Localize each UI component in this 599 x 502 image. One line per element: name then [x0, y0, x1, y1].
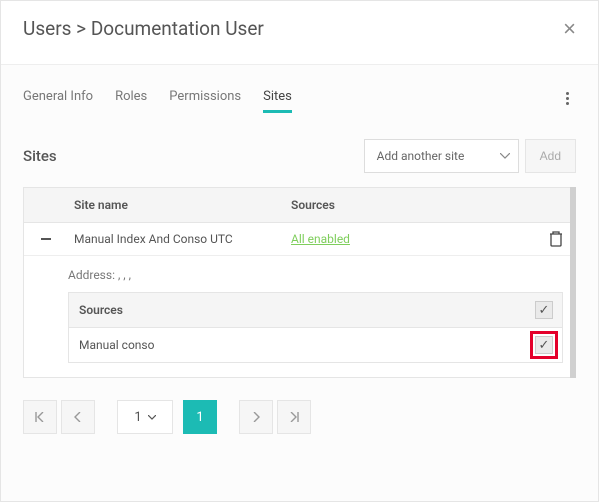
pagination: 1 1	[23, 400, 576, 434]
modal-users-site: Users > Documentation User × General Inf…	[0, 0, 599, 502]
page-first-button[interactable]	[23, 400, 57, 434]
breadcrumb-leaf: Documentation User	[91, 17, 264, 40]
section-header: Sites Add another site Add	[23, 139, 576, 173]
modal-header: Users > Documentation User ×	[1, 1, 598, 64]
page-select[interactable]: 1	[117, 400, 173, 434]
cell-site-name: Manual Index And Conso UTC	[68, 224, 285, 254]
sites-table: Site name Sources Manual Index And Conso…	[23, 187, 576, 378]
add-button[interactable]: Add	[525, 139, 576, 173]
page-next-button[interactable]	[239, 400, 273, 434]
page-last-button[interactable]	[277, 400, 311, 434]
add-site-select[interactable]: Add another site	[364, 139, 519, 173]
page-current: 1	[183, 400, 217, 434]
trash-icon[interactable]	[549, 231, 563, 247]
add-site-placeholder: Add another site	[377, 149, 465, 163]
tab-roles[interactable]: Roles	[115, 83, 147, 113]
source-checkbox[interactable]	[535, 336, 553, 354]
breadcrumb-root[interactable]: Users	[23, 17, 71, 40]
table-header: Site name Sources	[24, 188, 575, 223]
table-row: Manual Index And Conso UTC All enabled	[24, 223, 575, 256]
sources-link[interactable]: All enabled	[291, 232, 350, 246]
row-expansion: Address: , , , Sources Manual conso	[24, 256, 575, 377]
sources-table-header: Sources	[69, 293, 562, 328]
breadcrumb: Users > Documentation User	[23, 17, 563, 40]
tab-bar: General Info Roles Permissions Sites	[23, 65, 576, 113]
minus-icon	[41, 238, 51, 240]
highlight-annotation	[530, 331, 558, 359]
page-prev-button[interactable]	[61, 400, 95, 434]
tab-sites[interactable]: Sites	[263, 83, 292, 113]
select-all-checkbox[interactable]	[535, 301, 553, 319]
source-label: Manual conso	[69, 328, 526, 362]
row-collapse-toggle[interactable]	[24, 223, 68, 255]
page-select-value: 1	[134, 410, 141, 425]
overflow-menu-icon[interactable]	[558, 89, 576, 107]
col-sources: Sources	[285, 188, 537, 222]
tab-general-info[interactable]: General Info	[23, 83, 93, 113]
source-row: Manual conso	[69, 328, 562, 362]
scrollbar[interactable]	[570, 187, 576, 378]
caret-down-icon	[148, 415, 156, 420]
close-icon[interactable]: ×	[563, 18, 576, 40]
section-title: Sites	[23, 147, 364, 165]
address-line: Address: , , ,	[68, 268, 563, 282]
sources-col-label: Sources	[69, 293, 526, 327]
col-site-name: Site name	[68, 188, 285, 222]
sources-table: Sources Manual conso	[68, 292, 563, 363]
tab-permissions[interactable]: Permissions	[169, 83, 241, 113]
modal-body: General Info Roles Permissions Sites Sit…	[1, 64, 598, 501]
caret-down-icon	[500, 153, 510, 159]
breadcrumb-sep: >	[71, 17, 90, 40]
